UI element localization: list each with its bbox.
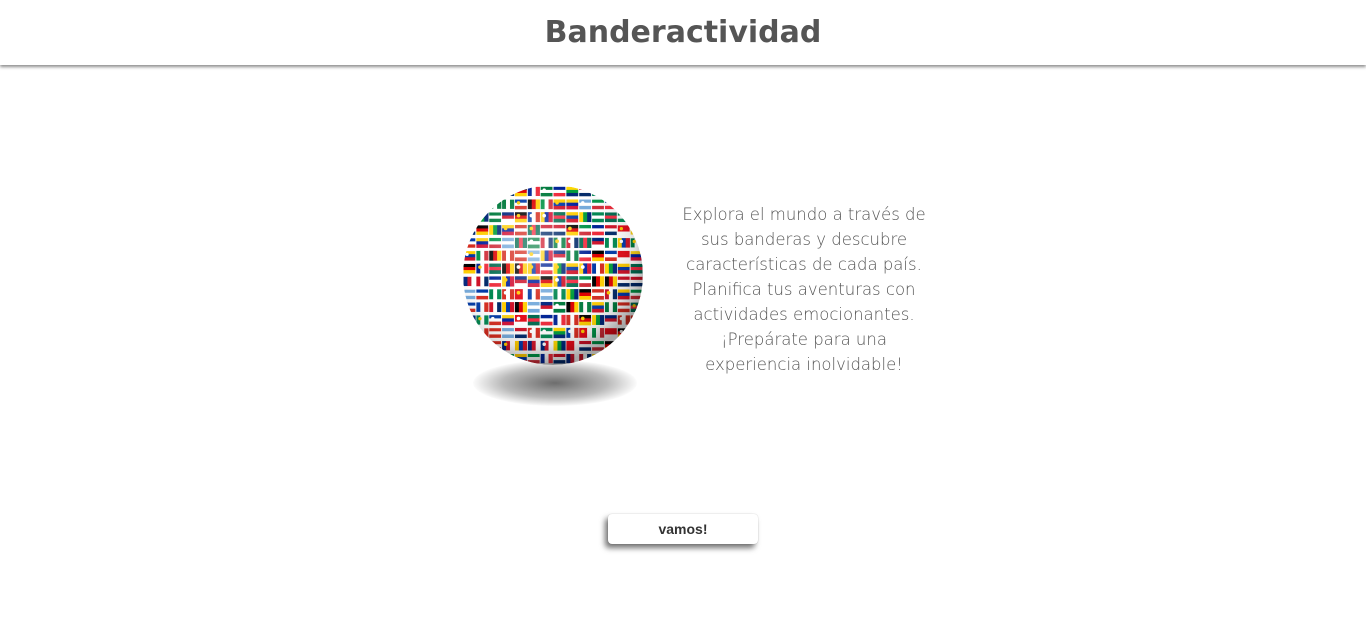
start-button[interactable]: vamos! bbox=[608, 514, 758, 544]
flag-globe-image bbox=[455, 180, 655, 420]
globe-shadow bbox=[473, 360, 637, 406]
intro-description: Explora el mundo a través de sus bandera… bbox=[682, 205, 926, 374]
hero-section: Explora el mundo a través de sus bandera… bbox=[455, 180, 955, 420]
app-header: Banderactividad bbox=[0, 0, 1366, 65]
globe-sphere bbox=[463, 185, 643, 365]
page-title: Banderactividad bbox=[544, 15, 822, 50]
